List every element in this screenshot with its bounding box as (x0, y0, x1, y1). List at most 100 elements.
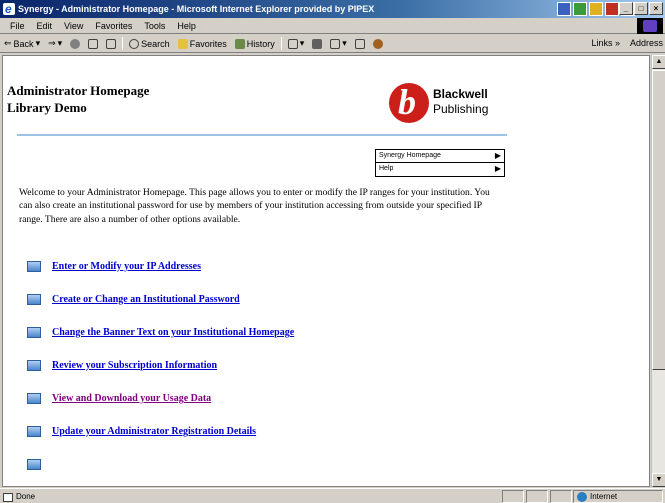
list-item: Update your Administrator Registration D… (27, 426, 256, 437)
internet-explorer-icon (3, 0, 15, 18)
minimize-button[interactable]: _ (619, 2, 633, 15)
stop-icon (70, 38, 81, 49)
menu-help[interactable]: Help (171, 21, 202, 31)
link-update-admin-details[interactable]: Update your Administrator Registration D… (52, 426, 256, 437)
menu-file[interactable]: File (4, 21, 31, 31)
list-item: Create or Change an Institutional Passwo… (27, 294, 240, 305)
home-icon (106, 38, 117, 49)
tray-app-icon[interactable] (589, 2, 603, 16)
scroll-thumb[interactable] (652, 70, 665, 370)
blackwell-b-logo-icon: b (389, 82, 429, 123)
refresh-button[interactable] (86, 38, 100, 49)
edit-icon (330, 38, 341, 49)
link-enter-modify-ip[interactable]: Enter or Modify your IP Addresses (52, 261, 201, 272)
status-cell (526, 489, 548, 503)
back-arrow-icon: ⇐ (4, 38, 12, 48)
status-text-area: Done (0, 491, 500, 502)
list-item: Change the Banner Text on your Instituti… (27, 327, 294, 338)
messenger-button[interactable] (371, 38, 385, 49)
links-bar-label[interactable]: Links » (591, 38, 620, 48)
history-icon (234, 38, 245, 49)
print-icon (312, 38, 323, 49)
browser-logo-throbber (637, 18, 663, 34)
page-icon (3, 492, 13, 502)
status-cell (550, 489, 572, 503)
favorites-button[interactable]: Favorites (176, 38, 229, 49)
mail-icon (287, 38, 298, 49)
messenger-icon (372, 38, 383, 49)
bullet-icon (27, 459, 41, 470)
dropdown-arrow-icon: ▾ (299, 38, 305, 48)
tray-app-icon[interactable] (557, 2, 571, 16)
discuss-icon (354, 38, 365, 49)
bullet-icon (27, 327, 41, 338)
print-button[interactable] (310, 38, 324, 49)
quick-navigation-menu: Synergy Homepage ▶ Help ▶ (375, 149, 505, 177)
dropdown-arrow-icon: ▾ (342, 38, 347, 48)
dropdown-arrow-icon: ▾ (35, 38, 41, 48)
toolbar-separator (122, 37, 124, 50)
status-text: Done (16, 491, 36, 501)
link-change-banner-text[interactable]: Change the Banner Text on your Instituti… (52, 327, 294, 338)
window-title-bar[interactable]: Synergy - Administrator Homepage - Micro… (0, 0, 665, 18)
globe-icon (577, 492, 587, 502)
standard-toolbar: ⇐ Back ▾ ⇒ ▾ Search Favorites History ▾ ▾ (0, 35, 665, 53)
menu-favorites[interactable]: Favorites (89, 21, 138, 31)
refresh-icon (88, 38, 99, 49)
forward-button[interactable]: ⇒ ▾ (46, 38, 64, 49)
list-item-partial (27, 459, 52, 470)
edit-button[interactable]: ▾ (328, 38, 349, 49)
stop-button[interactable] (68, 38, 82, 49)
search-icon (129, 38, 140, 49)
menu-view[interactable]: View (58, 21, 89, 31)
link-create-change-password[interactable]: Create or Change an Institutional Passwo… (52, 294, 240, 305)
tray-app-icon[interactable] (573, 2, 587, 16)
menu-edit[interactable]: Edit (31, 21, 59, 31)
quickmenu-help[interactable]: Help ▶ (376, 163, 504, 176)
tray-app-icon[interactable] (605, 2, 619, 16)
bullet-icon (27, 393, 41, 404)
security-zone: Internet (573, 490, 663, 503)
vertical-scrollbar[interactable]: ▲ ▼ (651, 55, 665, 487)
history-button[interactable]: History (233, 38, 277, 49)
menu-bar: File Edit View Favorites Tools Help (0, 18, 665, 34)
header-divider (17, 134, 507, 136)
intro-paragraph: Welcome to your Administrator Homepage. … (19, 187, 490, 225)
scroll-down-button[interactable]: ▼ (652, 473, 665, 487)
arrow-right-icon: ▶ (494, 164, 501, 173)
menu-tools[interactable]: Tools (138, 21, 171, 31)
page-title: Administrator Homepage Library Demo (7, 82, 149, 116)
quickmenu-synergy-homepage[interactable]: Synergy Homepage ▶ (376, 150, 504, 163)
link-review-subscription[interactable]: Review your Subscription Information (52, 360, 217, 371)
home-button[interactable] (104, 38, 118, 49)
page-title-line2: Library Demo (7, 100, 87, 115)
arrow-right-icon: ▶ (494, 151, 501, 160)
scroll-up-button[interactable]: ▲ (652, 55, 665, 69)
maximize-button[interactable]: □ (634, 2, 648, 15)
link-view-usage-data[interactable]: View and Download your Usage Data (52, 393, 211, 404)
favorites-icon (177, 38, 188, 49)
bullet-icon (27, 426, 41, 437)
back-button[interactable]: ⇐ Back ▾ (2, 38, 42, 49)
bullet-icon (27, 261, 41, 272)
search-button[interactable]: Search (127, 38, 172, 49)
list-item: View and Download your Usage Data (27, 393, 211, 404)
close-button[interactable]: × (649, 2, 663, 15)
bullet-icon (27, 294, 41, 305)
bullet-icon (27, 360, 41, 371)
list-item: Enter or Modify your IP Addresses (27, 261, 201, 272)
list-item: Review your Subscription Information (27, 360, 217, 371)
status-cell (502, 489, 524, 503)
forward-arrow-icon: ⇒ (48, 38, 56, 48)
window-controls: _ □ × (619, 2, 663, 15)
dropdown-arrow-icon: ▾ (57, 38, 63, 48)
page-title-line1: Administrator Homepage (7, 83, 150, 98)
window-title: Synergy - Administrator Homepage - Micro… (18, 4, 375, 14)
discuss-button[interactable] (353, 38, 367, 49)
toolbar-separator (280, 37, 282, 50)
address-bar-label[interactable]: Address (630, 38, 663, 48)
status-bar: Done Internet (0, 488, 665, 503)
blackwell-publishing-logo: b Blackwell Publishing (389, 82, 509, 125)
page-viewport: Administrator Homepage Library Demo b Bl… (2, 55, 650, 487)
mail-button[interactable]: ▾ (286, 38, 307, 49)
